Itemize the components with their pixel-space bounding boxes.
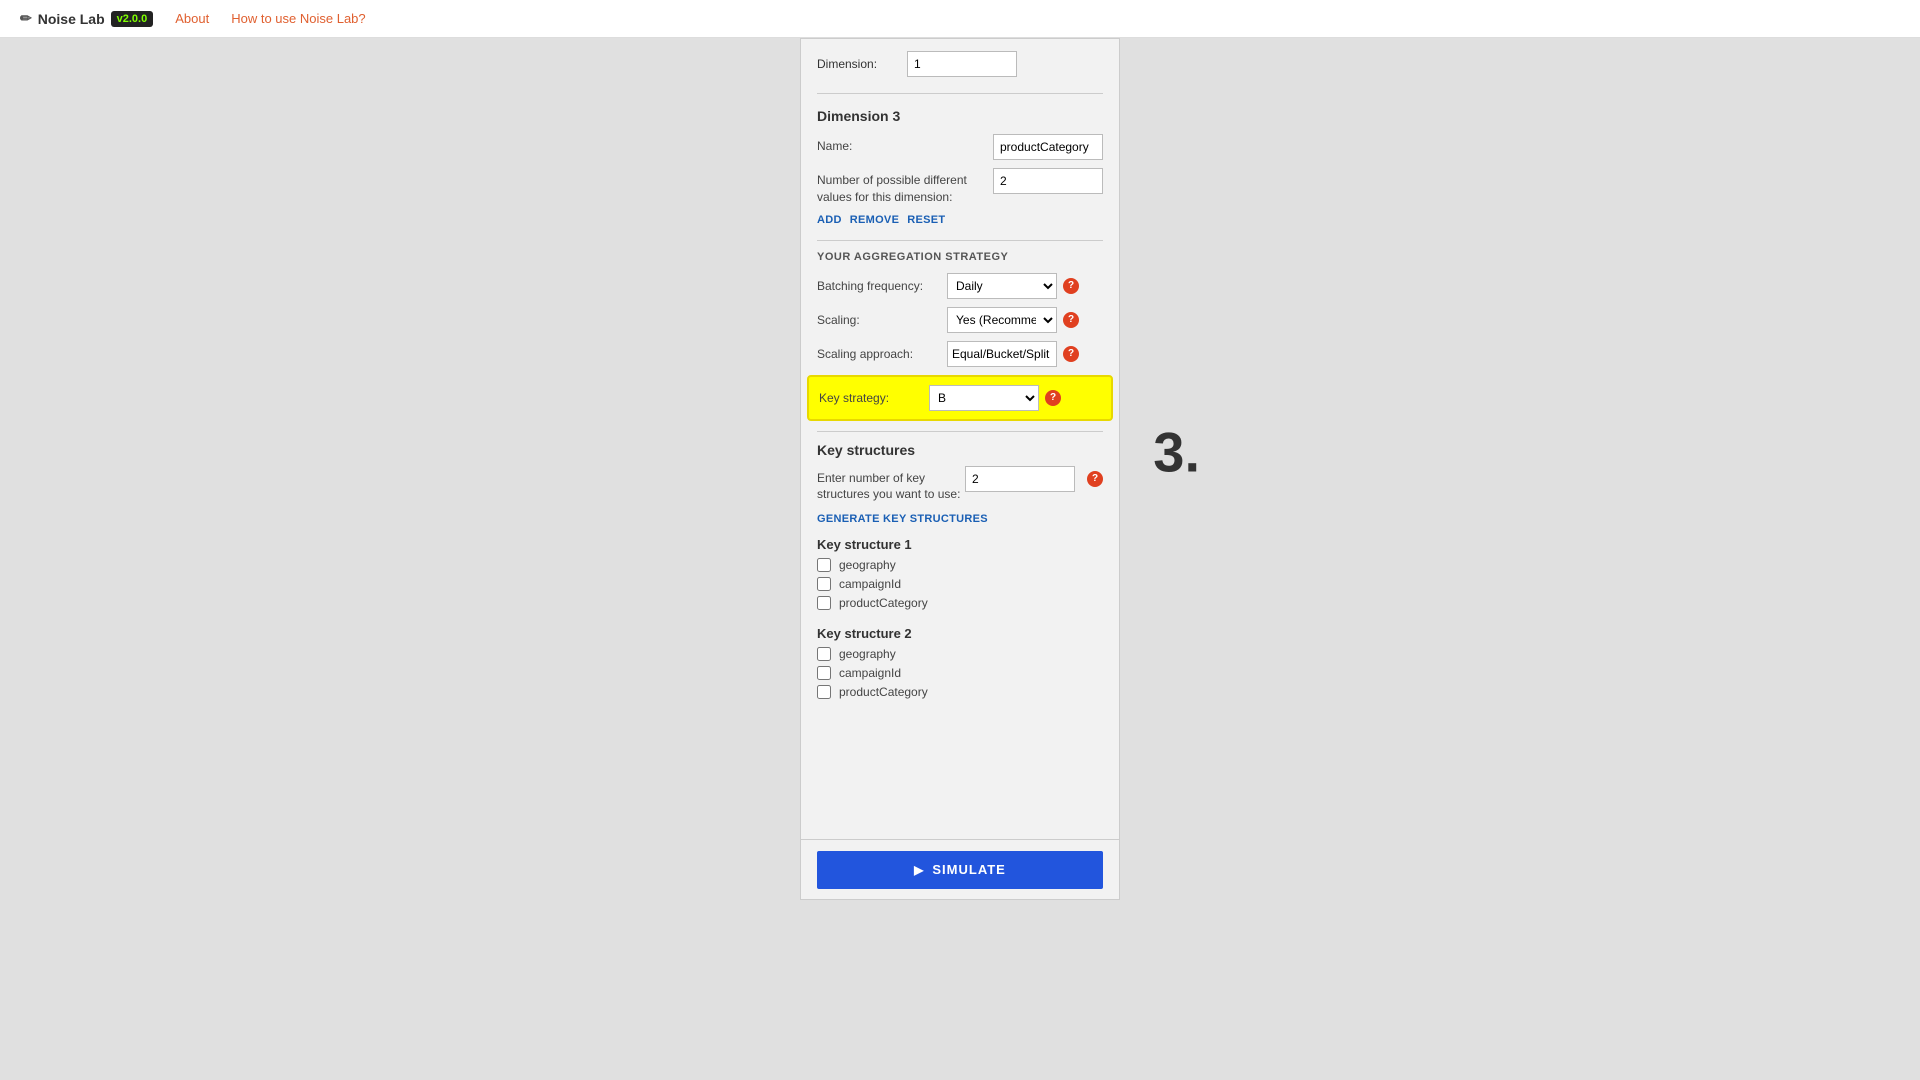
ks2-geography-checkbox[interactable] [817,647,831,661]
key-structure-1-title: Key structure 1 [817,537,1103,552]
batching-select[interactable]: Daily Weekly Monthly [947,273,1057,299]
topbar: ✏ Noise Lab v2.0.0 About How to use Nois… [0,0,1920,38]
dimension3-values-row: Number of possible different values for … [817,168,1103,206]
key-structure-2-title: Key structure 2 [817,626,1103,641]
annotation-number: 3. [1153,420,1200,485]
main-content: Dimension: Dimension 3 Name: Number of p… [0,38,1920,1080]
scaling-approach-input[interactable] [947,341,1057,367]
scaling-help-icon[interactable]: ? [1063,312,1079,328]
dimension3-values-input[interactable] [993,168,1103,194]
dimension3-name-label: Name: [817,134,993,155]
add-link[interactable]: ADD [817,214,842,226]
how-to-link[interactable]: How to use Noise Lab? [231,11,365,26]
aggregation-section: YOUR AGGREGATION STRATEGY Batching frequ… [817,251,1103,421]
play-icon: ▶ [914,863,924,877]
dimension3-name-row: Name: [817,134,1103,160]
scaling-label: Scaling: [817,313,947,327]
aggregation-heading: YOUR AGGREGATION STRATEGY [817,251,1103,263]
divider-1 [817,240,1103,241]
key-strategy-label: Key strategy: [819,391,929,405]
dimension3-name-input[interactable] [993,134,1103,160]
pencil-icon: ✏ [20,10,32,27]
version-badge: v2.0.0 [111,11,154,27]
key-count-help-icon[interactable]: ? [1087,471,1103,487]
ks1-geography-row: geography [817,558,1103,572]
bottom-spacer [817,715,1103,795]
ks1-geography-checkbox[interactable] [817,558,831,572]
ks1-campaignid-row: campaignId [817,577,1103,591]
app-name: Noise Lab [38,11,105,27]
panel-container: Dimension: Dimension 3 Name: Number of p… [800,38,1120,958]
about-link[interactable]: About [175,11,209,26]
scaling-approach-label: Scaling approach: [817,347,947,361]
ks2-geography-label: geography [839,647,896,661]
ks1-geography-label: geography [839,558,896,572]
key-strategy-help-icon[interactable]: ? [1045,390,1061,406]
dimension3-title: Dimension 3 [817,108,1103,124]
simulate-label: SIMULATE [932,862,1005,877]
generate-link[interactable]: GENERATE KEY STRUCTURES [817,513,1103,525]
scaling-approach-help-icon[interactable]: ? [1063,346,1079,362]
ks2-campaignid-row: campaignId [817,666,1103,680]
key-count-label: Enter number of key structures you want … [817,466,965,504]
scaling-row: Scaling: Yes (Recommended) No ? [817,307,1103,333]
dimension-top-label: Dimension: [817,57,907,71]
ks2-campaignid-checkbox[interactable] [817,666,831,680]
scroll-area[interactable]: Dimension: Dimension 3 Name: Number of p… [801,39,1119,899]
ks2-campaignid-label: campaignId [839,666,901,680]
app-logo: ✏ Noise Lab v2.0.0 [20,10,153,27]
ks2-productcategory-row: productCategory [817,685,1103,699]
divider-2 [817,431,1103,432]
key-strategy-row: Key strategy: A B C ? [807,375,1113,421]
dimension3-section: Dimension 3 Name: Number of possible dif… [817,108,1103,226]
remove-link[interactable]: REMOVE [850,214,899,226]
key-strategy-select[interactable]: A B C [929,385,1039,411]
scaling-select[interactable]: Yes (Recommended) No [947,307,1057,333]
ks1-campaignid-label: campaignId [839,577,901,591]
main-panel: Dimension: Dimension 3 Name: Number of p… [800,38,1120,900]
dimension-top-section: Dimension: [817,51,1103,94]
key-structure-2-block: Key structure 2 geography campaignId [817,626,1103,699]
scaling-approach-row: Scaling approach: ? [817,341,1103,367]
ks1-productcategory-row: productCategory [817,596,1103,610]
ks1-productcategory-checkbox[interactable] [817,596,831,610]
dimension-top-input[interactable] [907,51,1017,77]
ks1-campaignid-checkbox[interactable] [817,577,831,591]
dimension3-values-label: Number of possible different values for … [817,168,993,206]
batching-label: Batching frequency: [817,279,947,293]
key-structures-title: Key structures [817,442,1103,458]
key-structure-1-block: Key structure 1 geography campaignId [817,537,1103,610]
action-links: ADD REMOVE RESET [817,214,1103,226]
ks2-productcategory-label: productCategory [839,685,928,699]
key-count-right: ? [965,466,1103,492]
batching-row: Batching frequency: Daily Weekly Monthly… [817,273,1103,299]
simulate-bar: ▶ SIMULATE [801,839,1119,899]
reset-link[interactable]: RESET [907,214,945,226]
key-count-input[interactable] [965,466,1075,492]
dimension-top-row: Dimension: [817,51,1103,77]
key-structures-section: Key structures Enter number of key struc… [817,442,1103,700]
batching-help-icon[interactable]: ? [1063,278,1079,294]
key-count-row: Enter number of key structures you want … [817,466,1103,504]
content-inner: Dimension: Dimension 3 Name: Number of p… [801,39,1119,807]
simulate-button[interactable]: ▶ SIMULATE [817,851,1103,889]
ks2-geography-row: geography [817,647,1103,661]
ks2-productcategory-checkbox[interactable] [817,685,831,699]
ks1-productcategory-label: productCategory [839,596,928,610]
